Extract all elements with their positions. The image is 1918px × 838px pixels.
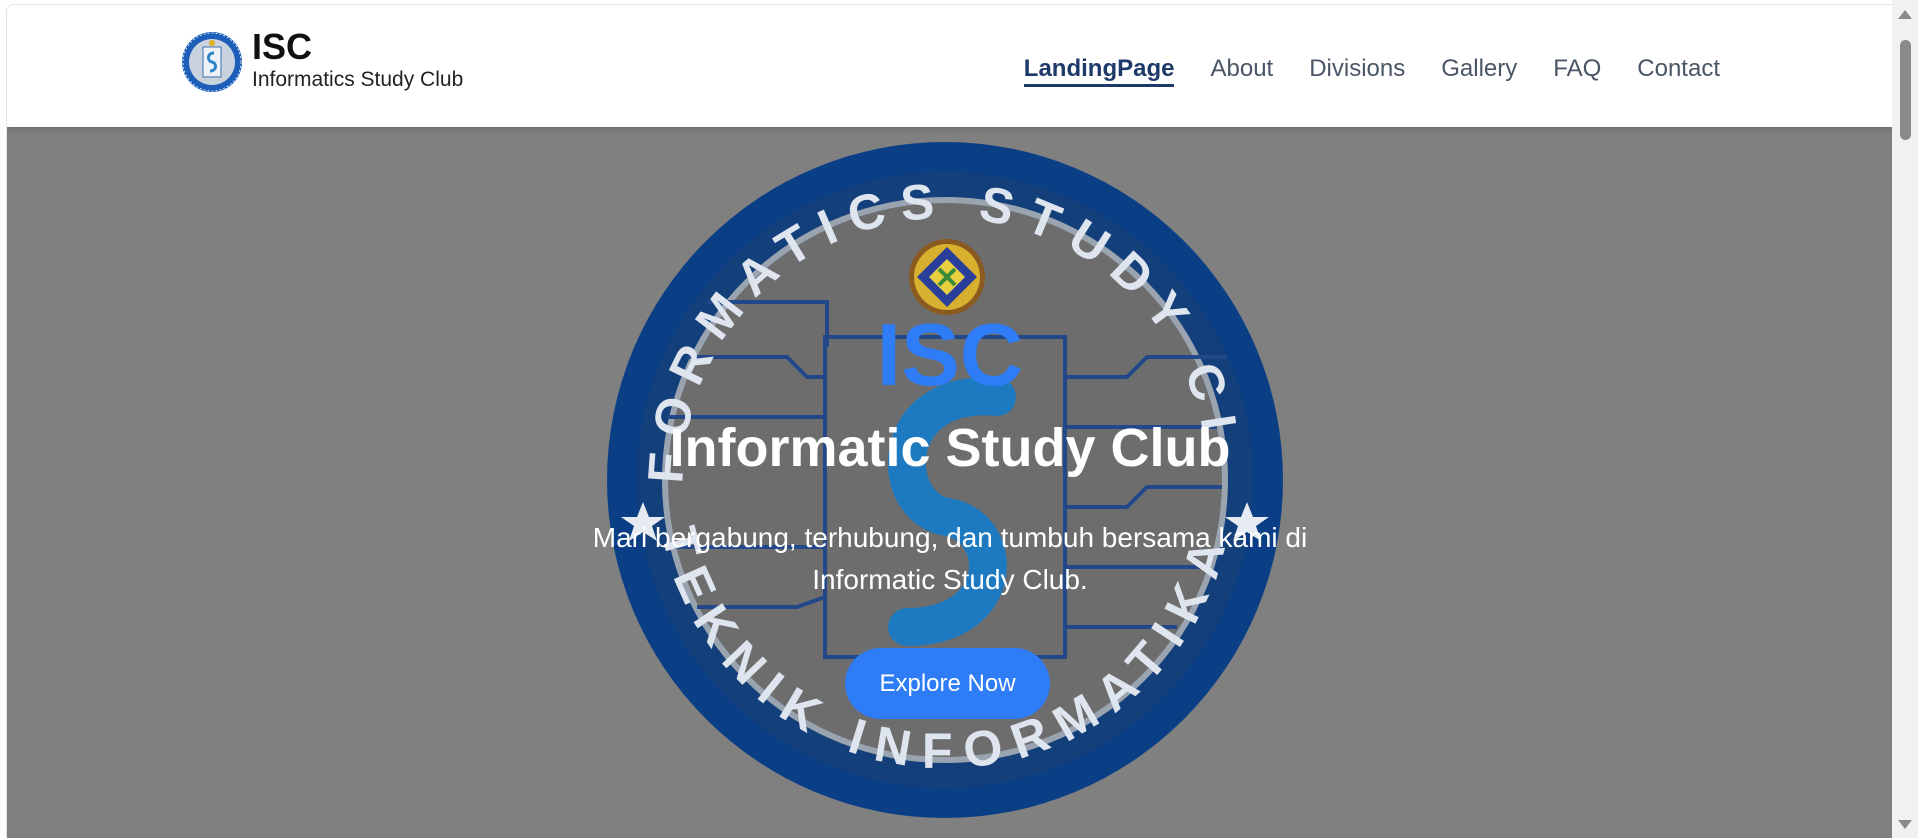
scroll-down-arrow-icon[interactable]: [1898, 820, 1912, 829]
main-nav: LandingPage About Divisions Gallery FAQ …: [1023, 55, 1720, 87]
brand-title: ISC: [252, 26, 313, 67]
hero-acronym: ISC: [876, 305, 1024, 404]
scroll-up-arrow-icon[interactable]: [1898, 10, 1912, 19]
explore-now-button[interactable]: Explore Now: [845, 648, 1050, 719]
nav-landingpage[interactable]: LandingPage: [1023, 55, 1175, 87]
hero-section: INFORMATICS STUDY CLUB TEKNIK INFORMATIK…: [7, 127, 1892, 838]
isc-logo-icon: [182, 32, 242, 92]
nav-divisions[interactable]: Divisions: [1309, 55, 1405, 87]
nav-contact[interactable]: Contact: [1637, 55, 1720, 87]
scroll-thumb[interactable]: [1900, 40, 1911, 140]
hero-title: Informatic Study Club: [669, 418, 1231, 478]
brand[interactable]: ISC Informatics Study Club: [181, 27, 464, 93]
nav-about[interactable]: About: [1210, 55, 1273, 87]
navbar: ISC Informatics Study Club LandingPage A…: [7, 5, 1892, 127]
hero-content: ISC Informatic Study Club Mari bergabung…: [7, 127, 1892, 838]
brand-subtitle: Informatics Study Club: [252, 68, 464, 91]
nav-faq[interactable]: FAQ: [1553, 55, 1601, 87]
nav-gallery[interactable]: Gallery: [1441, 55, 1517, 87]
browser-viewport: ISC Informatics Study Club LandingPage A…: [6, 4, 1892, 838]
page-scrollbar[interactable]: [1892, 0, 1918, 838]
hero-description: Mari bergabung, terhubung, dan tumbuh be…: [592, 522, 1308, 595]
